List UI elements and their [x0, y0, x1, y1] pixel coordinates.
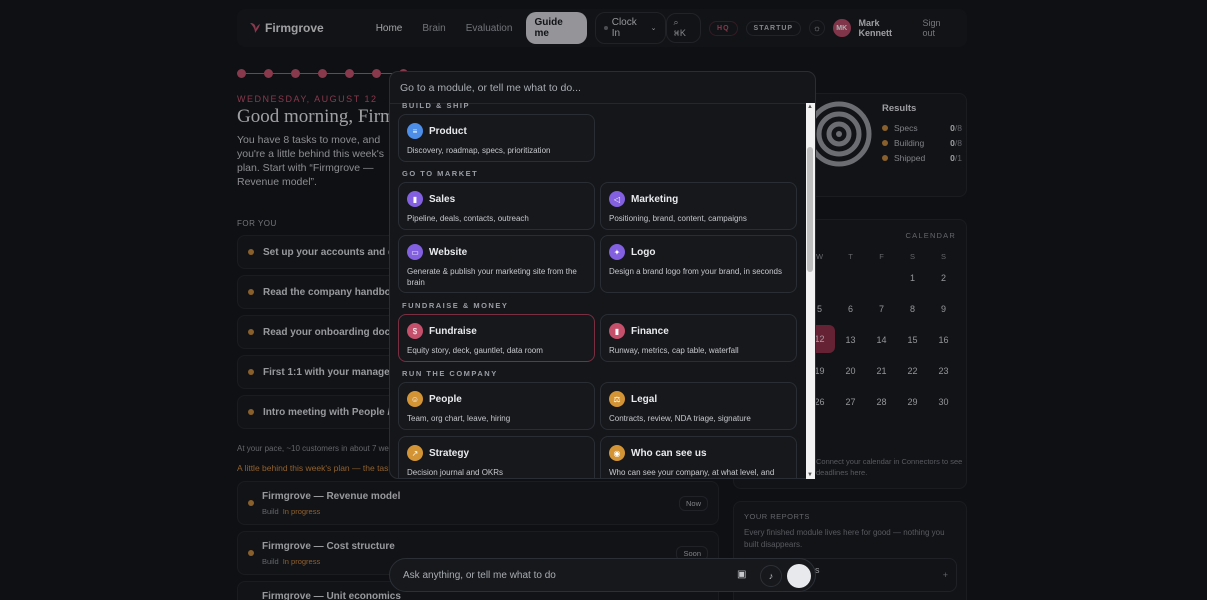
palette-scrollbar[interactable]: ▲ ▼: [806, 103, 815, 479]
card-title: Marketing: [631, 193, 679, 205]
card-title: Who can see us: [631, 447, 707, 459]
module-card-sales[interactable]: ▮ Sales Pipeline, deals, contacts, outrea…: [398, 182, 595, 230]
command-palette: Go to a module, or tell me what to do...…: [389, 71, 816, 479]
sparkle-icon: ✦: [609, 244, 625, 260]
ask-input[interactable]: Ask anything, or tell me what to do: [403, 570, 556, 581]
card-title: Logo: [631, 246, 656, 258]
card-title: Strategy: [429, 447, 470, 459]
ask-bar[interactable]: Ask anything, or tell me what to do ▣ ♪: [389, 558, 816, 592]
dollar-icon: $: [407, 323, 423, 339]
section-label: GO TO MARKET: [402, 169, 479, 178]
card-title: Website: [429, 246, 468, 258]
card-desc: Positioning, brand, content, campaigns: [609, 214, 747, 223]
card-desc: Design a brand logo from your brand, in …: [609, 267, 782, 276]
card-title: Fundraise: [429, 325, 477, 337]
microphone-icon[interactable]: ♪: [760, 565, 782, 587]
card-title: People: [429, 393, 462, 405]
palette-search-input[interactable]: Go to a module, or tell me what to do...: [390, 72, 815, 104]
module-card-fundraise[interactable]: $ Fundraise Equity story, deck, gauntlet,…: [398, 314, 595, 362]
card-desc: Discovery, roadmap, specs, prioritizatio…: [407, 146, 551, 155]
module-card-visibility[interactable]: ◉ Who can see us Who can see your company…: [600, 436, 797, 478]
section-label: RUN THE COMPANY: [402, 369, 498, 378]
trend-icon: ↗: [407, 445, 423, 461]
image-icon[interactable]: ▣: [737, 569, 746, 580]
card-title: Legal: [631, 393, 658, 405]
card-desc: Decision journal and OKRs: [407, 468, 504, 477]
scroll-down-arrow-icon[interactable]: ▼: [807, 472, 813, 478]
scroll-up-arrow-icon[interactable]: ▲: [807, 104, 813, 110]
module-card-logo[interactable]: ✦ Logo Design a brand logo from your bran…: [600, 235, 797, 293]
finance-chart-icon: ▮: [609, 323, 625, 339]
module-card-people[interactable]: ☺ People Team, org chart, leave, hiring: [398, 382, 595, 430]
card-desc: Team, org chart, leave, hiring: [407, 414, 511, 423]
people-icon: ☺: [407, 391, 423, 407]
module-card-marketing[interactable]: ◁ Marketing Positioning, brand, content, …: [600, 182, 797, 230]
card-title: Product: [429, 125, 467, 137]
card-desc: Pipeline, deals, contacts, outreach: [407, 214, 529, 223]
send-button[interactable]: [787, 564, 811, 588]
list-icon: ≡: [407, 123, 423, 139]
card-desc: Contracts, review, NDA triage, signature: [609, 414, 751, 423]
module-card-strategy[interactable]: ↗ Strategy Decision journal and OKRs: [398, 436, 595, 478]
module-card-website[interactable]: ▭ Website Generate & publish your marketi…: [398, 235, 595, 293]
megaphone-icon: ◁: [609, 191, 625, 207]
bar-chart-icon: ▮: [407, 191, 423, 207]
section-label: FUNDRAISE & MONEY: [402, 301, 509, 310]
scrollbar-thumb[interactable]: [807, 147, 813, 272]
browser-icon: ▭: [407, 244, 423, 260]
scale-icon: ⚖: [609, 391, 625, 407]
module-card-product[interactable]: ≡ Product Discovery, roadmap, specs, prio…: [398, 114, 595, 162]
card-title: Sales: [429, 193, 456, 205]
module-card-legal[interactable]: ⚖ Legal Contracts, review, NDA triage, si…: [600, 382, 797, 430]
card-desc: Equity story, deck, gauntlet, data room: [407, 346, 543, 355]
module-card-finance[interactable]: ▮ Finance Runway, metrics, cap table, wat…: [600, 314, 797, 362]
section-label: BUILD & SHIP: [402, 101, 471, 110]
card-desc: Generate & publish your marketing site f…: [407, 267, 577, 287]
card-title: Finance: [631, 325, 669, 337]
eye-icon: ◉: [609, 445, 625, 461]
card-desc: Who can see your company, at what level,…: [609, 468, 775, 477]
card-desc: Runway, metrics, cap table, waterfall: [609, 346, 739, 355]
